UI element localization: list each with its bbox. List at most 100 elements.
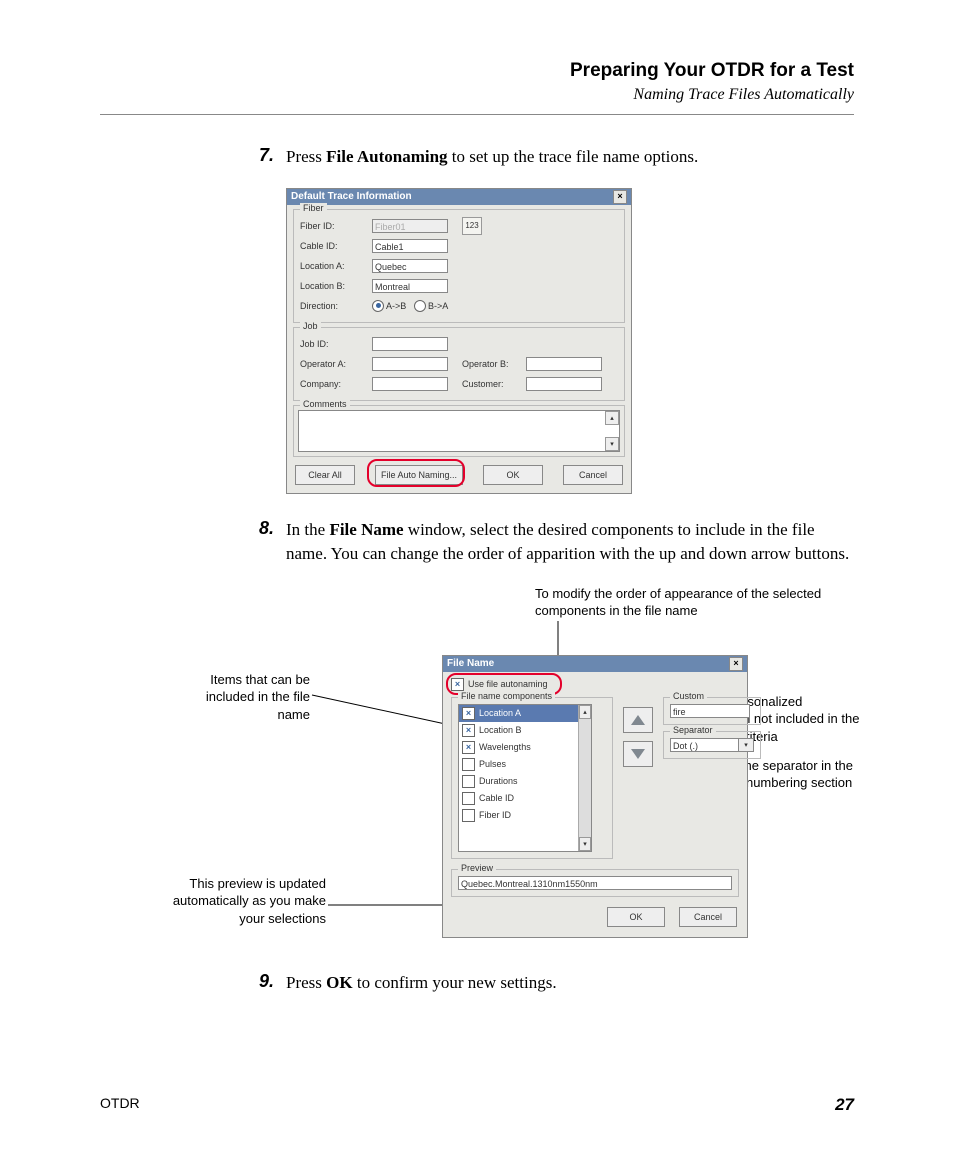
- list-item-label: Durations: [479, 776, 518, 786]
- scroll-up-icon[interactable]: ▴: [605, 411, 619, 425]
- input-location-a[interactable]: Quebec: [372, 259, 448, 273]
- group-components-legend: File name components: [458, 691, 555, 701]
- list-item-label: Cable ID: [479, 793, 514, 803]
- group-custom-legend: Custom: [670, 691, 707, 701]
- step-7-post: to set up the trace file name options.: [448, 147, 699, 166]
- checkbox-icon[interactable]: [462, 792, 475, 805]
- checkbox-icon[interactable]: ×: [462, 741, 475, 754]
- group-job-legend: Job: [300, 321, 321, 331]
- label-customer: Customer:: [462, 379, 526, 389]
- dialog2-titlebar[interactable]: File Name ×: [443, 656, 747, 672]
- move-up-button[interactable]: [623, 707, 653, 733]
- page-subtitle: Naming Trace Files Automatically: [100, 86, 854, 104]
- chevron-down-icon[interactable]: ▾: [739, 738, 754, 752]
- callout-order: To modify the order of appearance of the…: [535, 585, 865, 620]
- header-rule: [100, 114, 854, 115]
- checkbox-use-autonaming[interactable]: ×: [451, 678, 464, 691]
- group-separator-legend: Separator: [670, 725, 716, 735]
- clear-all-button[interactable]: Clear All: [295, 465, 355, 485]
- label-location-a: Location A:: [300, 261, 372, 271]
- step-8-pre: In the: [286, 520, 329, 539]
- list-item: Fiber ID: [459, 807, 591, 824]
- page: Preparing Your OTDR for a Test Naming Tr…: [0, 0, 954, 1159]
- list-item: Pulses: [459, 756, 591, 773]
- callout-items: Items that can be included in the file n…: [170, 671, 310, 724]
- list-item: Durations: [459, 773, 591, 790]
- dialog-file-name: File Name × × Use file autonaming File n…: [442, 655, 748, 938]
- stepper-icon[interactable]: 123: [462, 217, 482, 235]
- label-location-b: Location B:: [300, 281, 372, 291]
- close-icon[interactable]: ×: [729, 657, 743, 671]
- page-footer: OTDR 27: [100, 1095, 854, 1115]
- checkbox-icon[interactable]: ×: [462, 724, 475, 737]
- preview-field: Quebec.Montreal.1310nm1550nm: [458, 876, 732, 890]
- label-use-autonaming: Use file autonaming: [468, 679, 548, 689]
- input-cable-id[interactable]: Cable1: [372, 239, 448, 253]
- step-9-bold: OK: [326, 973, 352, 992]
- select-separator[interactable]: Dot (.): [670, 738, 739, 752]
- figure-file-name-dialog: To modify the order of appearance of the…: [100, 585, 854, 965]
- label-operator-a: Operator A:: [300, 359, 372, 369]
- input-fiber-id[interactable]: Fiber01: [372, 219, 448, 233]
- step-9-text: Press OK to confirm your new settings.: [286, 971, 557, 996]
- list-item-label: Location B: [479, 725, 522, 735]
- radio-label-ab: A->B: [386, 301, 414, 311]
- ok-button[interactable]: OK: [607, 907, 665, 927]
- scrollbar[interactable]: ▴ ▾: [578, 705, 591, 851]
- scroll-down-icon[interactable]: ▾: [605, 437, 619, 451]
- dialog1-titlebar[interactable]: Default Trace Information ×: [287, 189, 631, 205]
- cancel-button[interactable]: Cancel: [563, 465, 623, 485]
- ok-button[interactable]: OK: [483, 465, 543, 485]
- label-company: Company:: [300, 379, 372, 389]
- input-customer[interactable]: [526, 377, 602, 391]
- textarea-comments[interactable]: ▴ ▾: [298, 410, 620, 452]
- label-operator-b: Operator B:: [462, 359, 526, 369]
- group-fiber: Fiber Fiber ID: Fiber01 123 Cable ID: Ca…: [293, 209, 625, 323]
- step-9-post: to confirm your new settings.: [353, 973, 557, 992]
- input-operator-b[interactable]: [526, 357, 602, 371]
- step-8-bold: File Name: [329, 520, 403, 539]
- checkbox-icon[interactable]: [462, 758, 475, 771]
- scroll-down-icon[interactable]: ▾: [579, 837, 591, 851]
- checkbox-icon[interactable]: [462, 775, 475, 788]
- scroll-up-icon[interactable]: ▴: [579, 705, 591, 719]
- arrow-down-icon: [631, 749, 645, 759]
- list-item-label: Location A: [479, 708, 521, 718]
- radio-label-ba: B->A: [428, 301, 448, 311]
- group-comments-legend: Comments: [300, 399, 350, 409]
- input-job-id[interactable]: [372, 337, 448, 351]
- step-8-number: 8.: [240, 518, 286, 567]
- move-down-button[interactable]: [623, 741, 653, 767]
- label-job-id: Job ID:: [300, 339, 372, 349]
- callout-preview: This preview is updated automatically as…: [160, 875, 326, 928]
- close-icon[interactable]: ×: [613, 190, 627, 204]
- checkbox-icon[interactable]: ×: [462, 707, 475, 720]
- input-company[interactable]: [372, 377, 448, 391]
- label-cable-id: Cable ID:: [300, 241, 372, 251]
- step-7-number: 7.: [240, 145, 286, 170]
- dialog2-title: File Name: [447, 656, 494, 672]
- input-custom[interactable]: fire: [670, 704, 750, 718]
- list-item: × Wavelengths: [459, 739, 591, 756]
- list-item-label: Pulses: [479, 759, 506, 769]
- step-9-number: 9.: [240, 971, 286, 996]
- label-direction: Direction:: [300, 301, 372, 311]
- list-item-label: Fiber ID: [479, 810, 511, 820]
- list-item: × Location A: [459, 705, 591, 722]
- file-auto-naming-button[interactable]: File Auto Naming...: [375, 465, 463, 485]
- input-location-b[interactable]: Montreal: [372, 279, 448, 293]
- radio-a-to-b[interactable]: [372, 300, 384, 312]
- step-8: 8. In the File Name window, select the d…: [240, 518, 854, 567]
- step-7-bold: File Autonaming: [326, 147, 447, 166]
- input-operator-a[interactable]: [372, 357, 448, 371]
- arrow-up-icon: [631, 715, 645, 725]
- step-9: 9. Press OK to confirm your new settings…: [240, 971, 854, 996]
- footer-product: OTDR: [100, 1095, 140, 1115]
- cancel-button[interactable]: Cancel: [679, 907, 737, 927]
- checkbox-icon[interactable]: [462, 809, 475, 822]
- group-preview-legend: Preview: [458, 863, 496, 873]
- step-7-text: Press File Autonaming to set up the trac…: [286, 145, 698, 170]
- radio-b-to-a[interactable]: [414, 300, 426, 312]
- list-components[interactable]: × Location A × Location B × Wavelengths Pul…: [458, 704, 592, 852]
- list-item-label: Wavelengths: [479, 742, 531, 752]
